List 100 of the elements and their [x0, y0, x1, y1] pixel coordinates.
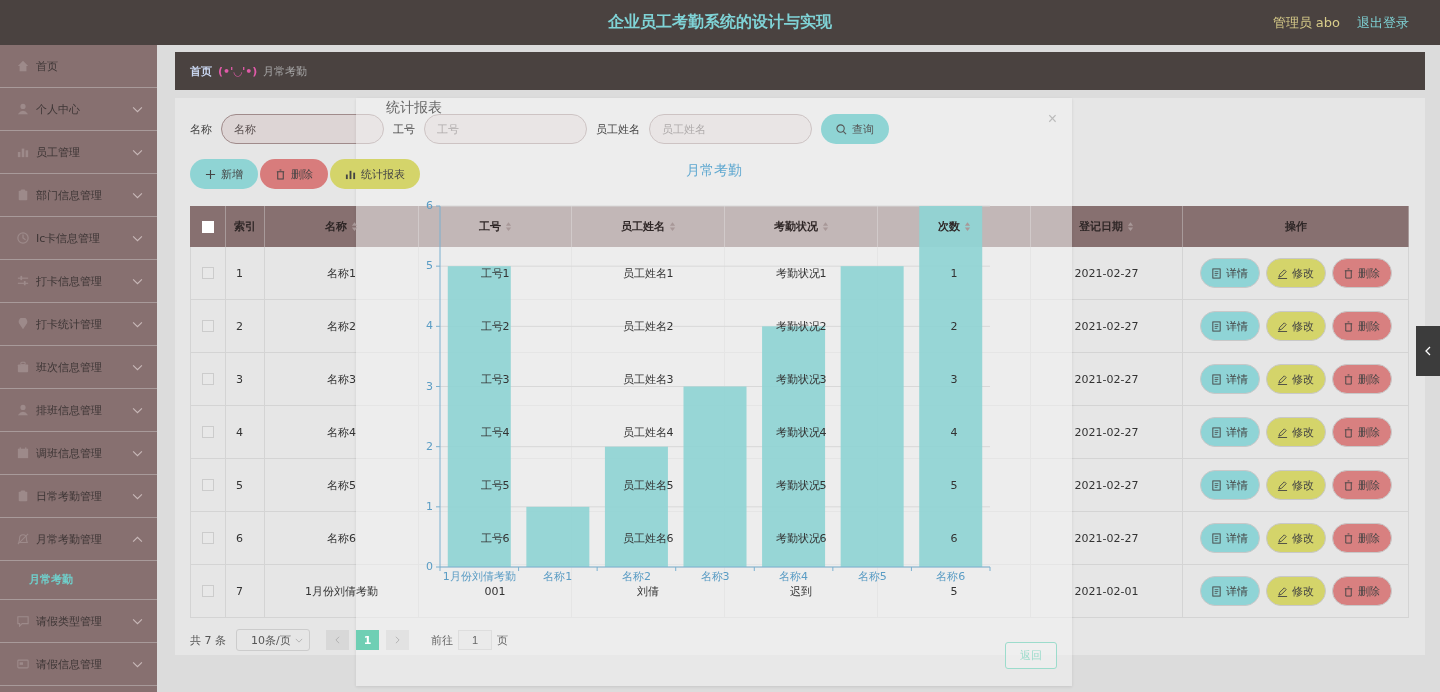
breadcrumb-current: 月常考勤 — [263, 63, 308, 79]
table-cell: 考勤状况5 — [775, 477, 827, 493]
home-icon — [17, 60, 29, 72]
sort-icon[interactable] — [963, 221, 971, 232]
sort-icon[interactable] — [504, 221, 512, 232]
total-count: 共 7 条 — [190, 632, 226, 648]
page-input[interactable]: 1 — [458, 630, 492, 650]
table-cell: 5 — [236, 478, 243, 492]
table-cell: 工号5 — [480, 477, 510, 493]
remove-button[interactable]: 删除 — [1331, 470, 1392, 500]
trash-icon — [275, 168, 286, 180]
chart-title: 月常考勤 — [686, 162, 742, 180]
table-cell: 6 — [950, 531, 958, 545]
row-checkbox[interactable] — [202, 320, 214, 332]
axis-label: 3 — [426, 379, 433, 393]
clipboard-icon — [17, 189, 29, 201]
axis-label: 名称4 — [779, 570, 809, 583]
pencil-icon — [1277, 373, 1288, 385]
delete-button[interactable]: 删除 — [260, 159, 328, 189]
edit-button[interactable]: 修改 — [1265, 470, 1326, 500]
trash-icon — [1343, 585, 1354, 597]
logout-link[interactable]: 退出登录 — [1357, 14, 1409, 32]
table-cell: 工号3 — [480, 371, 510, 387]
edit-button[interactable]: 修改 — [1265, 523, 1326, 553]
pencil-icon — [1277, 267, 1288, 279]
add-button[interactable]: 新增 — [190, 159, 258, 189]
sidebar-item[interactable]: 打卡统计管理 — [0, 303, 157, 346]
table-cell: 2 — [950, 319, 958, 333]
sort-icon[interactable] — [1127, 221, 1134, 232]
row-checkbox[interactable] — [202, 373, 214, 385]
select-all-checkbox[interactable] — [201, 220, 214, 233]
edit-button[interactable]: 修改 — [1265, 417, 1326, 447]
sidebar-item[interactable]: 排班信息管理 — [0, 389, 157, 432]
bell-icon — [17, 533, 29, 545]
sidebar-item[interactable]: 个人中心 — [0, 88, 157, 131]
table-cell: 5 — [950, 478, 958, 492]
sort-icon[interactable] — [351, 221, 358, 232]
document-icon — [1211, 585, 1222, 597]
sort-icon[interactable] — [821, 221, 829, 232]
remove-button[interactable]: 删除 — [1331, 364, 1392, 394]
next-page-button[interactable] — [386, 630, 409, 650]
sidebar-item[interactable]: 员工管理 — [0, 131, 157, 174]
column-header: 次数 — [937, 219, 960, 234]
field-label: 工号 — [393, 121, 415, 137]
remove-button[interactable]: 删除 — [1331, 311, 1392, 341]
edit-button[interactable]: 修改 — [1265, 576, 1326, 606]
report-button[interactable]: 统计报表 — [330, 159, 420, 189]
row-checkbox[interactable] — [202, 267, 214, 279]
column-header: 工号 — [478, 219, 501, 234]
axis-label: 0 — [426, 560, 433, 573]
search-field[interactable]: 名称 — [221, 114, 384, 144]
table-cell: 刘倩 — [637, 583, 659, 599]
sidebar-item[interactable]: 请假类型管理 — [0, 600, 157, 643]
row-checkbox[interactable] — [202, 426, 214, 438]
row-checkbox[interactable] — [202, 532, 214, 544]
page-button[interactable]: 1 — [356, 630, 379, 650]
remove-button[interactable]: 删除 — [1331, 523, 1392, 553]
drawer-toggle[interactable] — [1416, 326, 1440, 376]
edit-button[interactable]: 修改 — [1265, 364, 1326, 394]
sidebar-item[interactable]: 部门信息管理 — [0, 174, 157, 217]
detail-button[interactable]: 详情 — [1199, 576, 1260, 606]
breadcrumb-link[interactable]: 首页 — [190, 63, 212, 79]
sidebar-item[interactable]: 班次信息管理 — [0, 346, 157, 389]
edit-button[interactable]: 修改 — [1265, 311, 1326, 341]
table-cell: 考勤状况1 — [775, 265, 827, 281]
user-icon — [17, 404, 29, 416]
row-checkbox[interactable] — [202, 585, 214, 597]
remove-button[interactable]: 删除 — [1331, 258, 1392, 288]
table-cell: 1 — [236, 266, 243, 280]
detail-button[interactable]: 详情 — [1199, 258, 1260, 288]
sidebar-subitem[interactable]: 月常考勤 — [0, 561, 157, 600]
sidebar-item[interactable]: 首页 — [0, 45, 157, 88]
detail-button[interactable]: 详情 — [1199, 311, 1260, 341]
user-name: 管理员 abo — [1272, 14, 1340, 32]
detail-button[interactable]: 详情 — [1199, 470, 1260, 500]
chevron-left-icon — [335, 636, 340, 644]
row-checkbox[interactable] — [202, 479, 214, 491]
sidebar-item[interactable]: Ic卡信息管理 — [0, 217, 157, 260]
column-header: 员工姓名 — [620, 219, 665, 234]
remove-button[interactable]: 删除 — [1331, 417, 1392, 447]
table-cell: 6 — [236, 531, 243, 545]
axis-label: 名称1 — [543, 570, 573, 583]
plus-icon — [205, 168, 216, 180]
detail-button[interactable]: 详情 — [1199, 417, 1260, 447]
sort-icon[interactable] — [668, 221, 676, 232]
search-button[interactable]: 查询 — [821, 114, 889, 144]
table-cell: 员工姓名6 — [622, 530, 674, 546]
trash-icon — [1343, 267, 1354, 279]
sidebar-item[interactable]: 打卡信息管理 — [0, 260, 157, 303]
edit-button[interactable]: 修改 — [1265, 258, 1326, 288]
table-cell: 1 — [950, 266, 958, 280]
remove-button[interactable]: 删除 — [1331, 576, 1392, 606]
sidebar-item[interactable]: 调班信息管理 — [0, 432, 157, 475]
page-size-select[interactable]: 10条/页 — [236, 629, 310, 651]
detail-button[interactable]: 详情 — [1199, 523, 1260, 553]
previous-page-button[interactable] — [326, 630, 349, 650]
table-cell: 员工姓名5 — [622, 477, 674, 493]
table-cell: 工号1 — [480, 265, 510, 281]
detail-button[interactable]: 详情 — [1199, 364, 1260, 394]
sidebar-item[interactable]: 请假信息管理 — [0, 643, 157, 686]
